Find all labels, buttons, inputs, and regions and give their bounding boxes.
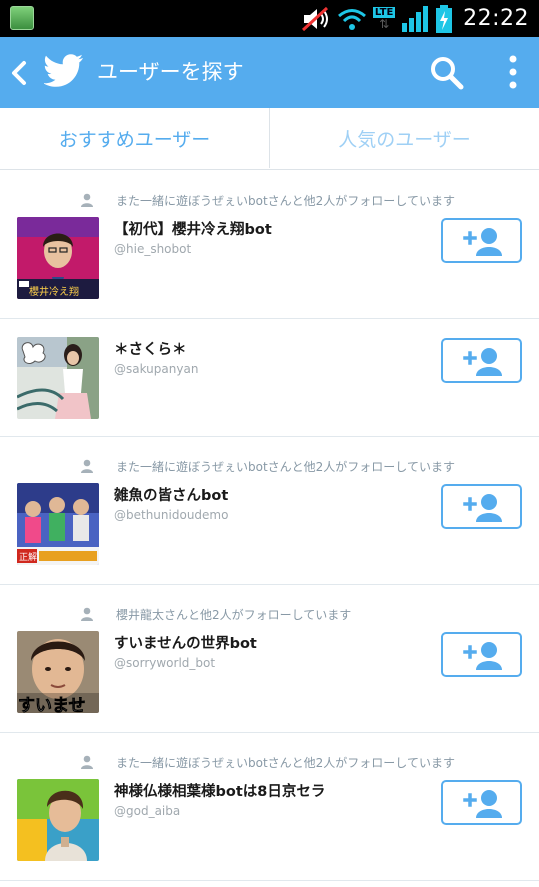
user-handle: @sakupanyan [114, 362, 199, 376]
app-icon [10, 6, 34, 30]
avatar[interactable]: 櫻井冷え翔 [17, 217, 99, 299]
user-name[interactable]: 雑魚の皆さんbot [114, 487, 228, 505]
user-name[interactable]: ＊さくら＊ [114, 341, 198, 359]
follow-user-icon [462, 641, 502, 670]
person-icon [81, 193, 93, 207]
list-item[interactable]: また一緒に遊ぼうぜぇいbotさんと他2人がフォローしています 櫻井冷え翔 【初代… [0, 171, 539, 319]
avatar[interactable]: 正解 [17, 483, 99, 565]
clock: 22:22 [463, 6, 529, 31]
avatar[interactable] [17, 337, 99, 419]
person-icon [81, 755, 93, 769]
tab-bar: おすすめユーザー 人気のユーザー [0, 108, 539, 170]
tab-popular-users[interactable]: 人気のユーザー [270, 108, 539, 169]
network-type-icon: LTE ⇅ [372, 7, 396, 31]
page-title: ユーザーを探す [97, 60, 244, 84]
user-info: 神様仏様相葉様botは8日京セラ @god_aiba [114, 783, 325, 820]
action-bar: ユーザーを探す [0, 37, 539, 108]
user-name[interactable]: 【初代】櫻井冷え翔bot [114, 221, 272, 239]
user-name[interactable]: 神様仏様相葉様botは8日京セラ [114, 783, 325, 801]
social-context-text: また一緒に遊ぼうぜぇいbotさんと他2人がフォローしています [116, 755, 455, 770]
social-context: また一緒に遊ぼうぜぇいbotさんと他2人がフォローしています [80, 191, 455, 209]
tab-recommended-users[interactable]: おすすめユーザー [0, 108, 269, 169]
social-context: また一緒に遊ぼうぜぇいbotさんと他2人がフォローしています [80, 753, 455, 771]
user-handle: @hie_shobot [114, 242, 192, 256]
social-context-text: また一緒に遊ぼうぜぇいbotさんと他2人がフォローしています [116, 459, 455, 474]
user-info: 雑魚の皆さんbot @bethunidoudemo [114, 487, 228, 524]
person-icon [81, 459, 93, 473]
wifi-icon [338, 8, 367, 30]
person-icon [81, 607, 93, 621]
follow-button[interactable] [441, 338, 522, 383]
follow-user-icon [462, 789, 502, 818]
battery-charging-icon [436, 4, 453, 33]
user-name[interactable]: すいませんの世界bot [114, 635, 257, 653]
avatar[interactable]: すいませ [17, 631, 99, 713]
follow-user-icon [462, 493, 502, 522]
follow-button[interactable] [441, 484, 522, 529]
follow-button[interactable] [441, 632, 522, 677]
user-info: すいませんの世界bot @sorryworld_bot [114, 635, 257, 672]
user-info: 【初代】櫻井冷え翔bot @hie_shobot [114, 221, 272, 258]
list-item[interactable]: また一緒に遊ぼうぜぇいbotさんと他2人がフォローしています 神様仏様相葉様bo… [0, 733, 539, 881]
social-context-text: また一緒に遊ぼうぜぇいbotさんと他2人がフォローしています [116, 193, 455, 208]
avatar-caption: 櫻井冷え翔 [29, 285, 79, 298]
mute-icon [302, 6, 329, 31]
user-handle: @sorryworld_bot [114, 656, 216, 670]
search-icon[interactable] [430, 56, 464, 90]
avatar-caption: 正解 [19, 551, 37, 563]
signal-icon [402, 5, 429, 32]
follow-button[interactable] [441, 780, 522, 825]
user-handle: @god_aiba [114, 804, 181, 818]
social-context: 櫻井龍太さんと他2人がフォローしています [80, 605, 351, 623]
follow-button[interactable] [441, 218, 522, 263]
user-handle: @bethunidoudemo [114, 508, 229, 522]
follow-user-icon [462, 227, 502, 256]
social-context: また一緒に遊ぼうぜぇいbotさんと他2人がフォローしています [80, 457, 455, 475]
list-item[interactable]: ＊さくら＊ @sakupanyan [0, 319, 539, 437]
twitter-bird-icon[interactable] [44, 53, 84, 89]
status-bar: LTE ⇅ 22:22 [0, 0, 539, 37]
user-list: また一緒に遊ぼうぜぇいbotさんと他2人がフォローしています 櫻井冷え翔 【初代… [0, 171, 539, 881]
avatar[interactable] [17, 779, 99, 861]
user-info: ＊さくら＊ @sakupanyan [114, 341, 198, 378]
follow-user-icon [462, 347, 502, 376]
overflow-menu-icon[interactable] [504, 55, 522, 91]
list-item[interactable]: また一緒に遊ぼうぜぇいbotさんと他2人がフォローしています 正解 雑魚の皆さん… [0, 437, 539, 585]
social-context-text: 櫻井龍太さんと他2人がフォローしています [116, 607, 352, 622]
list-item[interactable]: 櫻井龍太さんと他2人がフォローしています すいませ すいませんの世界bot @s… [0, 585, 539, 733]
avatar-caption: すいませ [18, 696, 86, 713]
back-arrow-icon[interactable] [8, 59, 32, 87]
